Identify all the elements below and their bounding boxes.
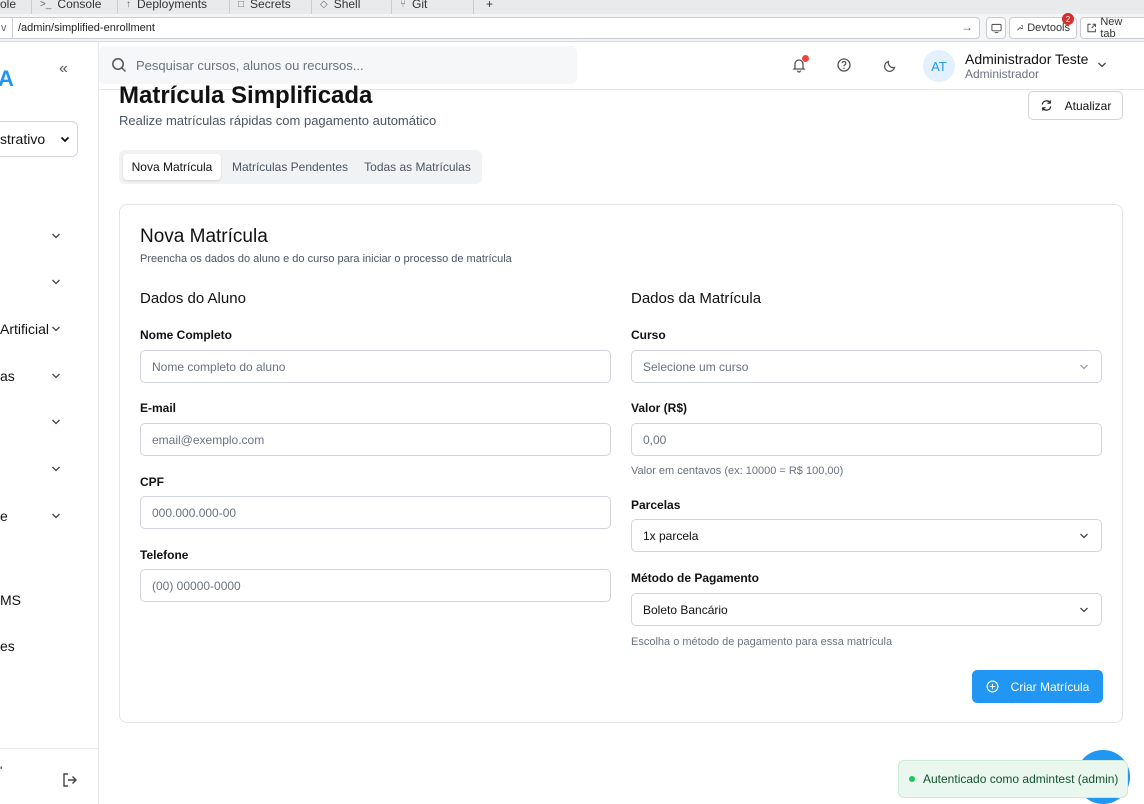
page-title: Matrícula Simplificada (119, 82, 373, 109)
tab-todas-matriculas[interactable]: Todas as Matrículas (359, 154, 476, 180)
git-icon: ⑂ (400, 0, 406, 10)
browser-tab-secrets[interactable]: □ Secrets (230, 0, 312, 14)
browser-tab[interactable]: ole (0, 0, 32, 14)
value-input[interactable] (631, 423, 1102, 456)
student-section-title: Dados do Aluno (140, 290, 246, 307)
search-bar[interactable] (99, 46, 577, 84)
console-icon: >_ (40, 0, 52, 10)
chevron-down-icon (52, 326, 60, 332)
form-title: Nova Matrícula (140, 226, 268, 247)
sidebar-item-2[interactable] (0, 270, 98, 294)
user-name: Administrador Teste (965, 51, 1089, 67)
sidebar-item-e[interactable]: e (0, 504, 98, 528)
value-label: Valor (R$) (631, 401, 688, 415)
browser-tabstrip: ole >_ Console ↑ Deployments □ Secrets ◇ She… (0, 0, 1144, 14)
chevron-down-icon (60, 136, 70, 143)
name-input[interactable] (140, 350, 611, 383)
help-icon[interactable] (836, 57, 852, 73)
name-label: Nome Completo (140, 328, 233, 342)
refresh-button[interactable]: Atualizar (1028, 91, 1123, 120)
notification-dot (802, 55, 809, 62)
email-input[interactable] (140, 423, 611, 456)
browser-tab-deployments[interactable]: ↑ Deployments (118, 0, 230, 14)
installments-select[interactable]: 1x parcela (631, 519, 1102, 552)
tab-matriculas-pendentes[interactable]: Matrículas Pendentes (225, 154, 355, 180)
url-text: /admin/simplified-enrollment (18, 22, 155, 34)
enrollment-section-title: Dados da Matrícula (631, 290, 762, 307)
sidebar-item-5[interactable] (0, 410, 98, 434)
lock-icon: □ (238, 0, 245, 10)
wrench-icon (1017, 25, 1024, 31)
chevron-down-icon (1080, 533, 1088, 538)
create-enrollment-button[interactable]: Criar Matrícula (972, 670, 1103, 703)
enrollment-tabs: Nova Matrícula Matrículas Pendentes Toda… (119, 150, 482, 184)
role-select[interactable]: strativo (0, 121, 78, 157)
chevron-down-icon (1080, 607, 1088, 612)
chevron-down-icon (52, 279, 60, 285)
moon-icon[interactable] (883, 57, 899, 73)
payment-method-select[interactable]: Boleto Bancário (631, 593, 1102, 626)
chevron-down-icon (52, 233, 60, 239)
enrollment-form-card: Nova Matrícula Preencha os dados do alun… (119, 204, 1123, 723)
search-icon (112, 58, 127, 73)
course-label: Curso (631, 328, 666, 342)
success-dot (909, 776, 915, 782)
sidebar-item-1[interactable] (0, 224, 98, 248)
installments-label: Parcelas (631, 498, 681, 512)
chevron-down-icon (52, 419, 60, 425)
new-tab-plus-button[interactable]: + (478, 0, 502, 14)
phone-label: Telefone (140, 548, 189, 562)
toast-message: Autenticado como admintest (admin) (923, 772, 1119, 786)
chevron-down-icon (52, 466, 60, 472)
url-field[interactable]: v /admin/simplified-enrollment → (0, 17, 980, 39)
sidebar-item-ms[interactable]: MS (0, 588, 98, 612)
course-select[interactable]: Selecione um curso (631, 350, 1102, 383)
refresh-icon (1041, 100, 1051, 111)
monitor-icon (990, 23, 1002, 33)
cpf-label: CPF (140, 475, 164, 489)
arrow-right-icon[interactable]: → (961, 20, 973, 34)
sidebar-item-6[interactable] (0, 457, 98, 481)
new-tab-button[interactable]: New tab (1080, 16, 1144, 40)
sidebar-item-es[interactable]: es (0, 634, 98, 658)
user-role: Administrador (965, 67, 1040, 81)
value-hint: Valor em centavos (ex: 10000 = R$ 100,00… (631, 465, 844, 477)
phone-input[interactable] (140, 569, 611, 602)
auth-toast: Autenticado como admintest (admin) (898, 760, 1128, 798)
form-subtitle: Preencha os dados do aluno e do curso pa… (140, 253, 512, 265)
avatar[interactable]: AT (923, 50, 955, 82)
deploy-icon: ↑ (126, 0, 131, 10)
search-input[interactable] (136, 57, 556, 73)
chevron-down-icon (1080, 364, 1088, 369)
chevron-down-icon[interactable] (1097, 60, 1107, 70)
plus-circle-icon (986, 680, 999, 693)
external-link-icon (1087, 23, 1096, 33)
payment-label: Método de Pagamento (631, 571, 760, 585)
sidebar: A « strativo Artificial as e MS es ' (0, 42, 99, 804)
chevron-down-icon (52, 513, 60, 519)
devtools-badge: 2 (1062, 13, 1074, 25)
browser-tab-shell[interactable]: ◇ Shell (312, 0, 392, 14)
email-label: E-mail (140, 401, 177, 415)
logout-icon[interactable] (62, 772, 78, 788)
address-bar: v /admin/simplified-enrollment → Devtool… (0, 13, 1144, 42)
sidebar-item-as[interactable]: as (0, 364, 98, 388)
devtools-button[interactable]: Devtools 2 (1009, 13, 1077, 39)
collapse-sidebar-icon[interactable]: « (59, 60, 68, 78)
browser-tab-console[interactable]: >_ Console (32, 0, 118, 14)
screen-share-button[interactable] (986, 17, 1006, 39)
sidebar-item-artificial[interactable]: Artificial (0, 317, 98, 341)
tab-nova-matricula[interactable]: Nova Matrícula (123, 154, 221, 180)
sidebar-divider (0, 748, 98, 749)
shell-icon: ◇ (320, 0, 328, 10)
cpf-input[interactable] (140, 496, 611, 529)
app-logo: A (0, 66, 14, 92)
browser-tab-git[interactable]: ⑂ Git (392, 0, 474, 14)
chevron-down-icon (52, 373, 60, 379)
payment-hint: Escolha o método de pagamento para essa … (631, 636, 893, 648)
page-subtitle: Realize matrículas rápidas com pagamento… (119, 113, 437, 128)
